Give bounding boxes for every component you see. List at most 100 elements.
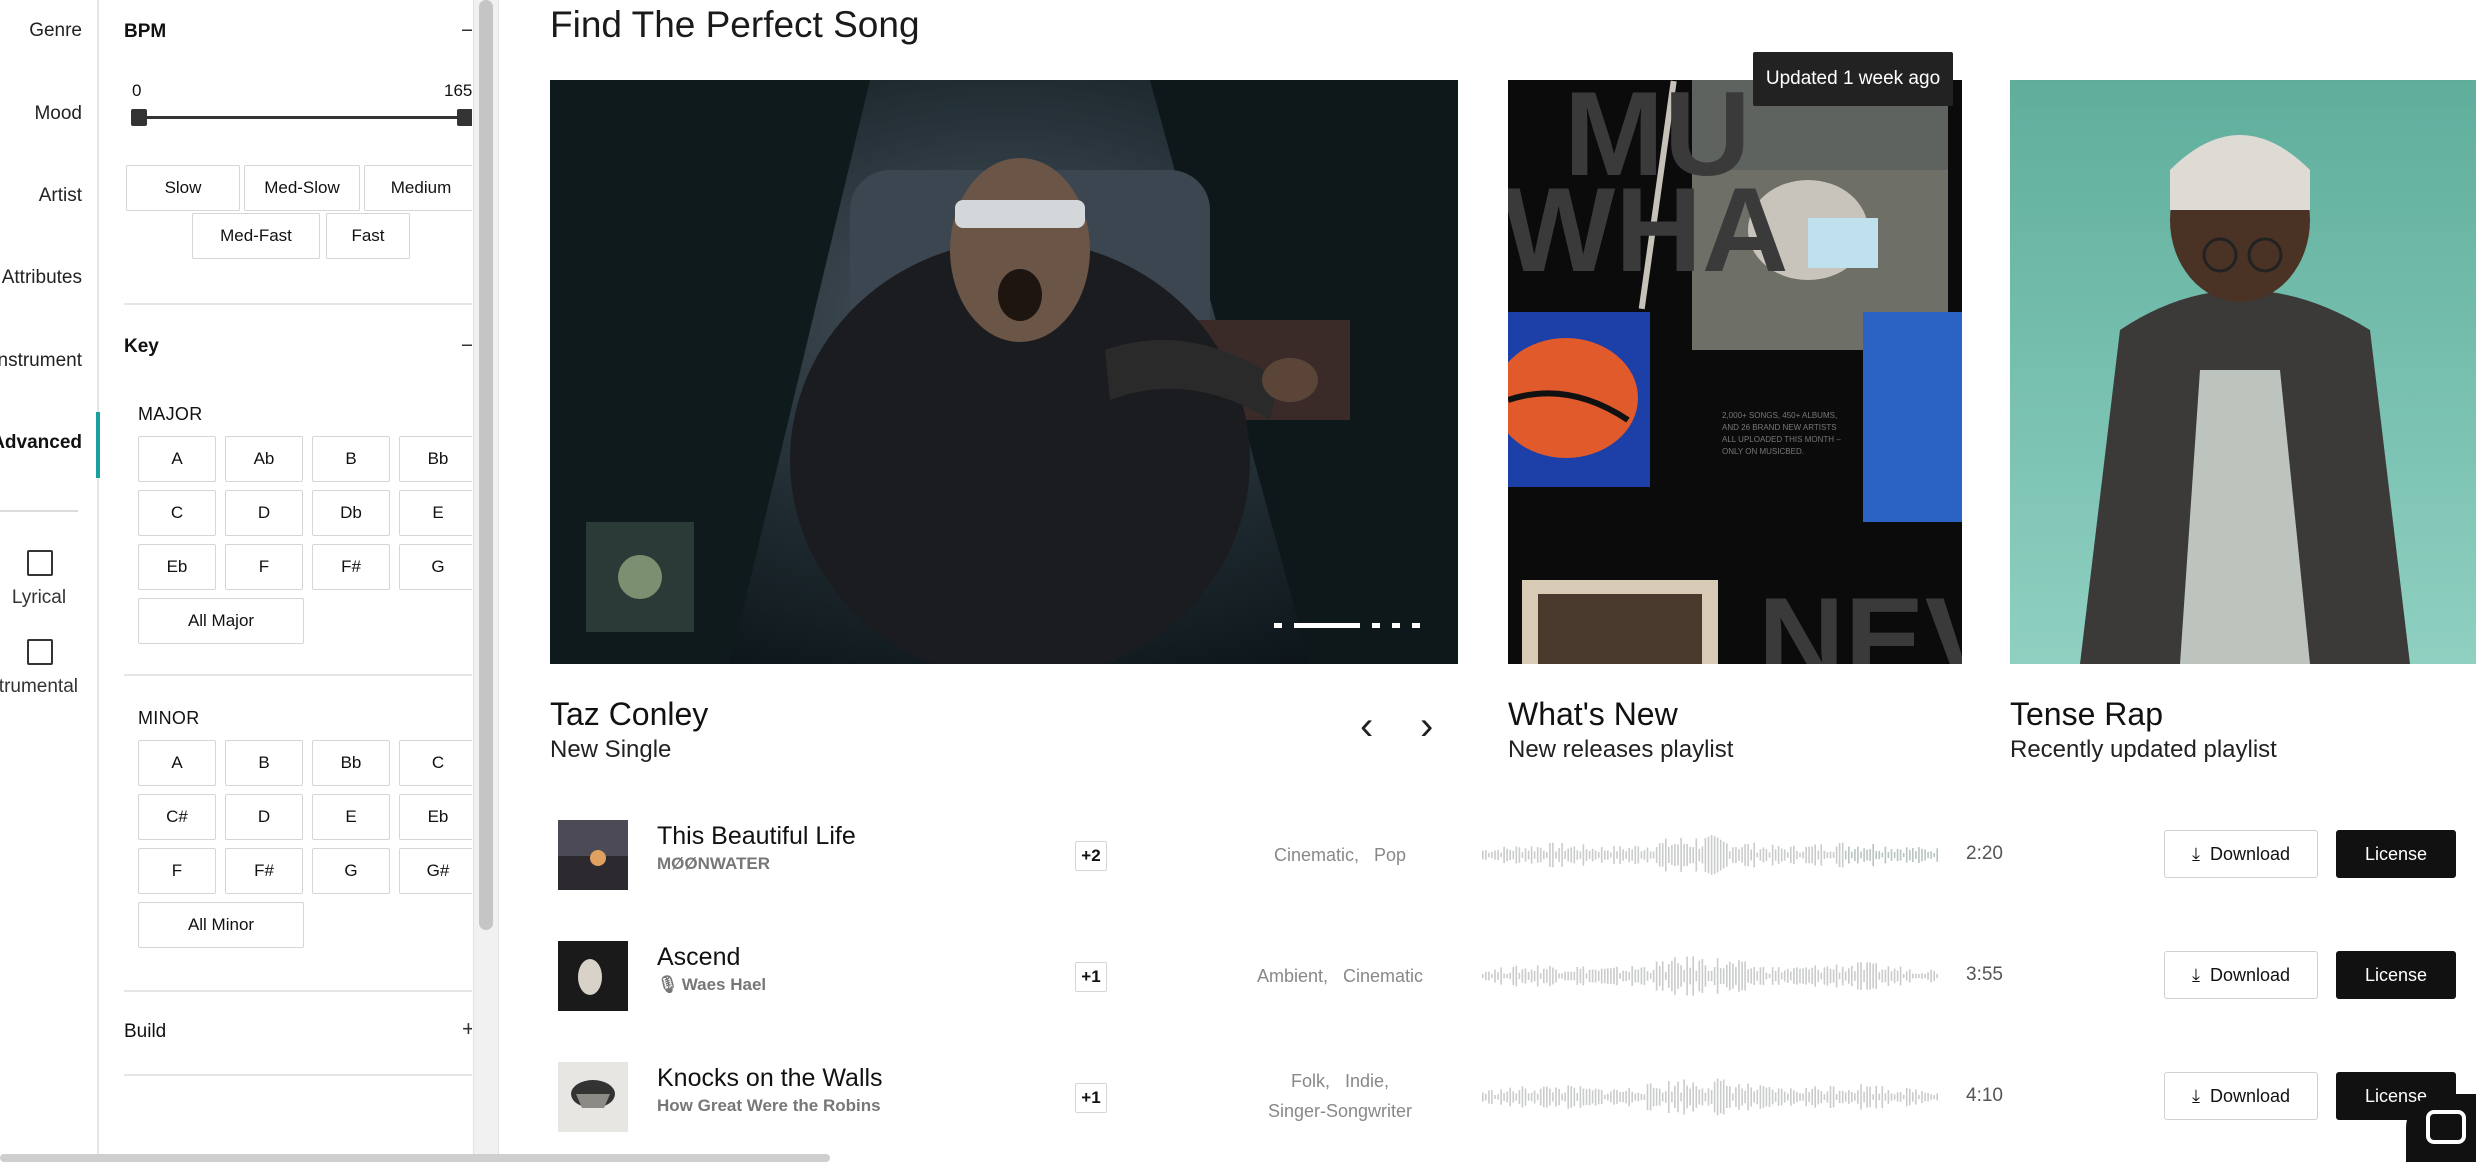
nav-item-instrument[interactable]: Instrument	[0, 350, 96, 372]
download-button[interactable]: ⤓ Download	[2164, 1072, 2318, 1120]
major-key-d[interactable]: D	[225, 490, 303, 536]
tempo-med-slow-button[interactable]: Med-Slow	[244, 165, 360, 211]
chevron-right-icon[interactable]: ›	[1420, 704, 1433, 749]
bpm-heading[interactable]: BPM	[124, 21, 166, 43]
all-minor-button[interactable]: All Minor	[138, 902, 304, 948]
track-artist[interactable]: MØØNWATER	[657, 854, 770, 874]
tempo-slow-button[interactable]: Slow	[126, 165, 240, 211]
bpm-range-track[interactable]	[138, 116, 464, 119]
build-heading[interactable]: Build	[124, 1021, 166, 1043]
panel-scrollbar-thumb[interactable]	[479, 0, 493, 930]
chat-icon[interactable]	[2406, 1094, 2476, 1162]
nav-item-attributes[interactable]: Attributes	[0, 267, 96, 289]
track-title[interactable]: Ascend	[657, 943, 740, 972]
panel-scrollbar[interactable]	[473, 0, 499, 1162]
license-button[interactable]: License	[2336, 830, 2456, 878]
track-artwork[interactable]	[558, 941, 628, 1011]
waveform[interactable]	[1480, 830, 1940, 880]
track-artwork[interactable]	[558, 1062, 628, 1132]
tag[interactable]: Pop	[1374, 845, 1406, 865]
major-key-c[interactable]: C	[138, 490, 216, 536]
nav-item-genre[interactable]: Genre	[0, 20, 96, 42]
track-duration: 3:55	[1966, 964, 2003, 985]
major-key-e[interactable]: E	[399, 490, 472, 536]
minor-key-b[interactable]: B	[225, 740, 303, 786]
track-title[interactable]: Knocks on the Walls	[657, 1064, 883, 1093]
card-title-tense-rap[interactable]: Tense Rap	[2010, 696, 2163, 733]
minor-key-eb[interactable]: Eb	[399, 794, 472, 840]
tempo-medium-button[interactable]: Medium	[364, 165, 472, 211]
major-key-b[interactable]: B	[312, 436, 390, 482]
track-artwork[interactable]	[558, 820, 628, 890]
waveform-bar	[1799, 968, 1801, 984]
tag[interactable]: Ambient,	[1257, 966, 1328, 986]
minor-key-c[interactable]: C	[399, 740, 472, 786]
minor-key-g-sharp[interactable]: G#	[399, 848, 472, 894]
track-title[interactable]: This Beautiful Life	[657, 822, 856, 851]
instrumental-checkbox[interactable]	[27, 639, 53, 665]
waveform-bar	[1573, 846, 1576, 864]
waveform-bar	[1762, 847, 1765, 863]
track-row[interactable]: Ascend 🎙 Waes Hael +1 Ambient, Cinematic…	[550, 941, 2476, 1041]
waveform-bar	[1539, 973, 1542, 979]
card-title-taz-conley[interactable]: Taz Conley	[550, 696, 708, 733]
major-key-eb[interactable]: Eb	[138, 544, 216, 590]
tag[interactable]: Cinematic	[1343, 966, 1423, 986]
bpm-max-handle[interactable]	[457, 109, 472, 126]
tag[interactable]: Cinematic,	[1274, 845, 1359, 865]
tag[interactable]: Folk,	[1291, 1071, 1330, 1091]
waveform[interactable]	[1480, 1072, 1940, 1122]
minor-key-g[interactable]: G	[312, 848, 390, 894]
tempo-med-fast-button[interactable]: Med-Fast	[192, 213, 320, 259]
chevron-left-icon[interactable]: ‹	[1360, 704, 1373, 749]
major-key-f[interactable]: F	[225, 544, 303, 590]
more-artists-badge[interactable]: +1	[1075, 962, 1107, 992]
download-button[interactable]: ⤓ Download	[2164, 830, 2318, 878]
waveform-bar	[1838, 1090, 1841, 1104]
major-key-g[interactable]: G	[399, 544, 472, 590]
nav-item-artist[interactable]: Artist	[0, 185, 96, 207]
major-key-db[interactable]: Db	[312, 490, 390, 536]
track-artist[interactable]: How Great Were the Robins	[657, 1096, 881, 1116]
minor-key-f[interactable]: F	[138, 848, 216, 894]
major-key-ab[interactable]: Ab	[225, 436, 303, 482]
tempo-fast-button[interactable]: Fast	[326, 213, 410, 259]
key-collapse-icon[interactable]: –	[462, 331, 472, 357]
bpm-collapse-icon[interactable]: –	[462, 16, 472, 42]
more-artists-badge[interactable]: +1	[1075, 1083, 1107, 1113]
track-artist[interactable]: Waes Hael	[682, 975, 766, 994]
featured-card-whats-new[interactable]: MU WHA NEV 2,000+ SONGS, 450+ ALBUMS, AN…	[1508, 80, 1962, 664]
tag[interactable]: Singer-Songwriter	[1268, 1101, 1412, 1121]
tag[interactable]: Indie,	[1345, 1071, 1389, 1091]
license-button[interactable]: License	[2336, 951, 2456, 999]
bpm-min-handle[interactable]	[131, 109, 147, 126]
waveform-bar	[1683, 969, 1685, 983]
minor-key-d[interactable]: D	[225, 794, 303, 840]
download-button[interactable]: ⤓ Download	[2164, 951, 2318, 999]
minor-key-c-sharp[interactable]: C#	[138, 794, 216, 840]
waveform-bar	[1744, 844, 1746, 866]
minor-key-bb[interactable]: Bb	[312, 740, 390, 786]
key-heading[interactable]: Key	[124, 336, 159, 358]
nav-item-advanced[interactable]: Advanced	[0, 432, 96, 454]
major-key-bb[interactable]: Bb	[399, 436, 472, 482]
more-artists-badge[interactable]: +2	[1075, 841, 1107, 871]
featured-card-tense-rap[interactable]	[2010, 80, 2476, 664]
track-row[interactable]: This Beautiful Life MØØNWATER +2 Cinemat…	[550, 820, 2476, 920]
major-key-a[interactable]: A	[138, 436, 216, 482]
lyrical-checkbox[interactable]	[27, 550, 53, 576]
waveform-bar	[1585, 1089, 1588, 1105]
minor-key-a[interactable]: A	[138, 740, 216, 786]
major-key-f-sharp[interactable]: F#	[312, 544, 390, 590]
waveform-bar	[1488, 971, 1490, 981]
build-expand-icon[interactable]: +	[462, 1016, 472, 1042]
minor-key-e[interactable]: E	[312, 794, 390, 840]
waveform[interactable]	[1480, 951, 1940, 1001]
nav-item-mood[interactable]: Mood	[0, 103, 96, 125]
track-row[interactable]: Knocks on the Walls How Great Were the R…	[550, 1062, 2476, 1162]
waveform-bar	[1796, 1092, 1798, 1102]
featured-card-taz-conley[interactable]	[550, 80, 1458, 664]
minor-key-f-sharp[interactable]: F#	[225, 848, 303, 894]
card-title-whats-new[interactable]: What's New	[1508, 696, 1678, 733]
all-major-button[interactable]: All Major	[138, 598, 304, 644]
